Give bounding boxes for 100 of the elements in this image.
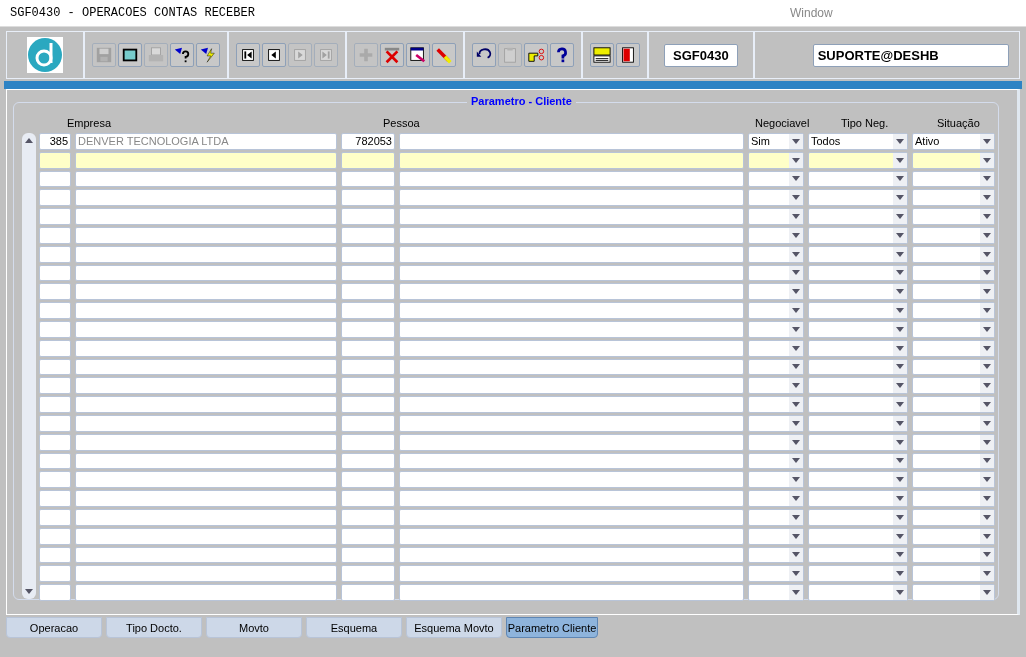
input-field[interactable] — [399, 151, 744, 169]
tab[interactable]: Esquema Movto — [406, 617, 502, 638]
dropdown-arrow-icon[interactable] — [983, 590, 991, 595]
input-field[interactable] — [39, 358, 71, 376]
dropdown-arrow-icon[interactable] — [983, 308, 991, 314]
input-field[interactable] — [341, 358, 395, 376]
dropdown-arrow-icon[interactable] — [896, 345, 904, 351]
input-field[interactable] — [39, 546, 71, 564]
input-field[interactable] — [39, 189, 71, 207]
input-field[interactable]: DENVER TECNOLOGIA LTDA — [75, 133, 337, 150]
dropdown-arrow-icon[interactable] — [792, 176, 800, 182]
tab[interactable]: Movto — [206, 617, 302, 638]
dropdown-arrow-icon[interactable] — [792, 439, 800, 445]
dropdown-field[interactable] — [808, 396, 908, 413]
dropdown-field[interactable] — [748, 302, 804, 319]
input-field[interactable] — [75, 264, 337, 282]
dropdown-field[interactable] — [748, 208, 804, 225]
input-field[interactable] — [341, 527, 395, 545]
dropdown-field[interactable] — [748, 527, 804, 545]
dropdown-arrow-icon[interactable] — [792, 345, 800, 351]
dropdown-arrow-icon[interactable] — [983, 195, 991, 201]
input-field[interactable] — [75, 245, 337, 263]
dropdown-arrow-icon[interactable] — [896, 195, 904, 201]
input-field[interactable] — [75, 508, 337, 526]
dropdown-field[interactable] — [912, 433, 995, 451]
dropdown-arrow-icon[interactable] — [983, 214, 991, 220]
input-field[interactable] — [341, 227, 395, 244]
dropdown-field[interactable] — [912, 377, 995, 395]
input-field[interactable] — [75, 490, 337, 507]
dropdown-field[interactable] — [808, 208, 908, 225]
dropdown-field[interactable] — [912, 264, 995, 282]
exit-button[interactable] — [616, 43, 640, 67]
dropdown-arrow-icon[interactable] — [983, 477, 991, 483]
dropdown-field[interactable] — [748, 546, 804, 564]
dropdown-arrow-icon[interactable] — [792, 157, 800, 163]
input-field[interactable] — [399, 133, 744, 150]
input-field[interactable] — [399, 170, 744, 188]
dropdown-field[interactable] — [808, 508, 908, 526]
input-field[interactable] — [341, 264, 395, 282]
input-field[interactable] — [341, 339, 395, 357]
query-button[interactable] — [170, 43, 194, 67]
dropdown-arrow-icon[interactable] — [983, 420, 991, 426]
dropdown-field[interactable]: Todos — [808, 133, 908, 150]
dropdown-field[interactable] — [748, 170, 804, 188]
dropdown-arrow-icon[interactable] — [792, 270, 800, 276]
input-field[interactable]: 385 — [39, 133, 71, 150]
dropdown-field[interactable] — [748, 377, 804, 395]
input-field[interactable] — [75, 414, 337, 432]
dropdown-field[interactable] — [808, 264, 908, 282]
dropdown-arrow-icon[interactable] — [896, 458, 904, 464]
input-field[interactable] — [39, 151, 71, 169]
execute-button[interactable] — [196, 43, 220, 67]
input-field[interactable] — [399, 433, 744, 451]
dropdown-field[interactable] — [748, 283, 804, 301]
input-field[interactable] — [75, 452, 337, 470]
dropdown-arrow-icon[interactable] — [792, 364, 800, 370]
undo-button[interactable] — [472, 43, 496, 67]
dropdown-field[interactable] — [912, 320, 995, 338]
input-field[interactable] — [399, 471, 744, 489]
dropdown-arrow-icon[interactable] — [983, 157, 991, 163]
dropdown-arrow-icon[interactable] — [983, 458, 991, 464]
input-field[interactable] — [75, 377, 337, 395]
dropdown-arrow-icon[interactable] — [983, 439, 991, 445]
dropdown-field[interactable] — [808, 189, 908, 207]
input-field[interactable]: 782053 — [341, 133, 395, 150]
dropdown-field[interactable] — [748, 490, 804, 507]
input-field[interactable] — [75, 283, 337, 301]
dropdown-arrow-icon[interactable] — [983, 383, 991, 389]
input-field[interactable] — [75, 546, 337, 564]
dropdown-field[interactable] — [748, 584, 804, 601]
input-field[interactable] — [341, 320, 395, 338]
input-field[interactable] — [39, 396, 71, 413]
dropdown-field[interactable] — [748, 227, 804, 244]
dropdown-field[interactable] — [912, 546, 995, 564]
input-field[interactable] — [75, 227, 337, 244]
input-field[interactable] — [399, 565, 744, 583]
dropdown-arrow-icon[interactable] — [792, 552, 800, 558]
input-field[interactable] — [341, 377, 395, 395]
dropdown-arrow-icon[interactable] — [896, 477, 904, 483]
screen-button[interactable] — [118, 43, 142, 67]
input-field[interactable] — [399, 283, 744, 301]
input-field[interactable] — [341, 414, 395, 432]
dropdown-field[interactable] — [808, 227, 908, 244]
input-field[interactable] — [399, 414, 744, 432]
dropdown-field[interactable] — [912, 227, 995, 244]
input-field[interactable] — [39, 320, 71, 338]
dropdown-arrow-icon[interactable] — [896, 496, 904, 502]
table-row[interactable]: 385 DENVER TECNOLOGIA LTDA 782053 Sim Todos Ativo — [39, 133, 999, 150]
dropdown-field[interactable] — [808, 151, 908, 169]
dropdown-arrow-icon[interactable] — [792, 496, 800, 502]
dropdown-field[interactable] — [808, 170, 908, 188]
input-field[interactable] — [75, 189, 337, 207]
dropdown-arrow-icon[interactable] — [896, 176, 904, 182]
dropdown-arrow-icon[interactable] — [896, 157, 904, 163]
input-field[interactable] — [341, 508, 395, 526]
input-field[interactable] — [399, 227, 744, 244]
dropdown-field[interactable] — [808, 339, 908, 357]
input-field[interactable] — [75, 170, 337, 188]
dropdown-arrow-icon[interactable] — [896, 289, 904, 295]
dropdown-field[interactable] — [808, 283, 908, 301]
